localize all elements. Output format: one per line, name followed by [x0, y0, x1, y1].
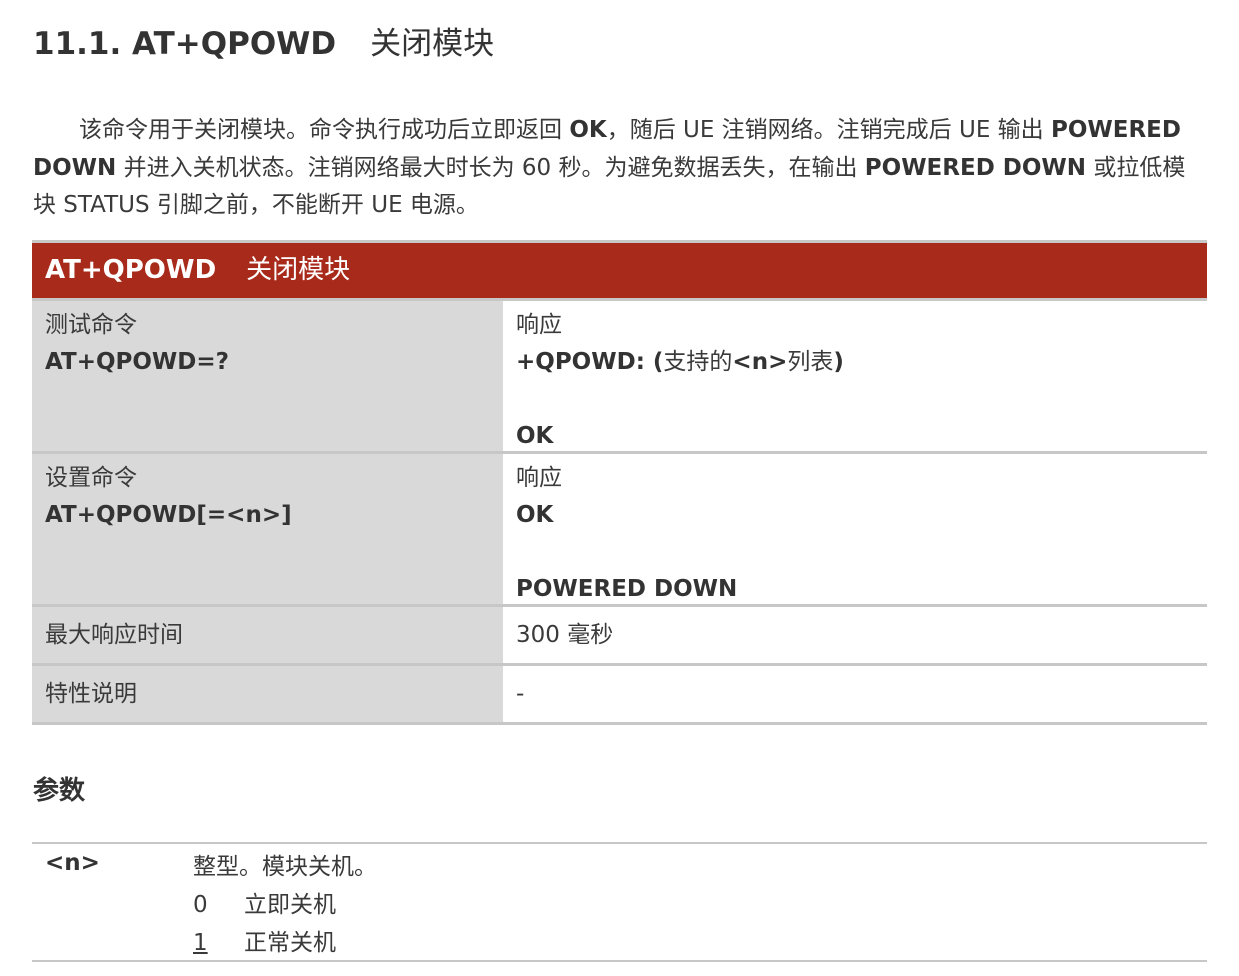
response-text: ): [833, 349, 844, 375]
option-label: 立即关机: [244, 892, 336, 918]
row-left-cell: 测试命令 AT+QPOWD=?: [32, 301, 503, 451]
command-table-header: AT+QPOWD 关闭模块: [32, 243, 1207, 301]
row-value: 300 毫秒: [516, 622, 614, 648]
intro-text: 该命令用于关闭模块。命令执行成功后立即返回: [79, 117, 570, 143]
row-right-cell: 响应 OK POWERED DOWN: [503, 454, 1207, 604]
response-text: +QPOWD: (: [516, 349, 664, 375]
option-label: 正常关机: [244, 930, 336, 956]
intro-text: ，随后 UE 注销网络。注销完成后 UE 输出: [606, 117, 1051, 143]
section-title: 11.1. AT+QPOWD 关闭模块: [33, 18, 494, 63]
intro-keyword-powered-down: POWERED DOWN: [864, 154, 1087, 181]
param-option: 0 立即关机: [193, 886, 377, 924]
option-value: 1: [193, 930, 208, 956]
param-description: 整型。模块关机。 0 立即关机 1 正常关机: [193, 848, 377, 962]
section-title-name: 关闭模块: [370, 26, 495, 62]
intro-paragraph: 该命令用于关闭模块。命令执行成功后立即返回 OK，随后 UE 注销网络。注销完成…: [33, 112, 1193, 225]
command-table: AT+QPOWD 关闭模块 测试命令 AT+QPOWD=? 响应 +QPOWD: …: [32, 240, 1207, 725]
table-row: 设置命令 AT+QPOWD[=<n>] 响应 OK POWERED DOWN: [32, 454, 1207, 607]
header-command-name: 关闭模块: [246, 255, 351, 285]
response-text: <n>: [732, 349, 788, 375]
row-label: 特性说明: [32, 666, 503, 722]
params-heading: 参数: [33, 776, 86, 806]
row-command: AT+QPOWD[=<n>]: [45, 502, 292, 528]
table-row: 测试命令 AT+QPOWD=? 响应 +QPOWD: (支持的<n>列表) OK: [32, 301, 1207, 454]
table-row: 最大响应时间 300 毫秒: [32, 607, 1207, 666]
intro-text: 并进入关机状态。注销网络最大时长为 60 秒。为避免数据丢失，在输出: [116, 154, 865, 181]
row-value: -: [516, 681, 525, 707]
response-line: +QPOWD: (支持的<n>列表): [516, 344, 1207, 381]
intro-keyword-ok: OK: [569, 117, 607, 143]
param-name: <n>: [45, 850, 100, 876]
param-desc-text: 整型。模块关机。: [193, 854, 377, 880]
row-right-cell: 响应 +QPOWD: (支持的<n>列表) OK: [503, 301, 1207, 451]
response-final: POWERED DOWN: [516, 576, 738, 602]
header-command: AT+QPOWD: [45, 255, 217, 285]
row-label: 测试命令: [45, 312, 137, 338]
table-row: 特性说明 -: [32, 666, 1207, 725]
param-option-default: 1 正常关机: [193, 924, 377, 962]
section-title-number: 11.1. AT+QPOWD: [33, 26, 337, 62]
row-left-cell: 设置命令 AT+QPOWD[=<n>]: [32, 454, 503, 604]
response-text: 支持的: [663, 349, 733, 375]
row-label: 设置命令: [45, 465, 137, 491]
row-command: AT+QPOWD=?: [45, 349, 230, 375]
row-label: 最大响应时间: [32, 607, 503, 663]
response-line: OK: [516, 502, 554, 528]
option-value: 0: [193, 892, 208, 918]
response-label: 响应: [516, 312, 562, 338]
response-label: 响应: [516, 465, 562, 491]
response-text: 列表: [787, 349, 834, 375]
params-table: <n> 整型。模块关机。 0 立即关机 1 正常关机: [32, 842, 1207, 962]
response-final: OK: [516, 423, 554, 449]
